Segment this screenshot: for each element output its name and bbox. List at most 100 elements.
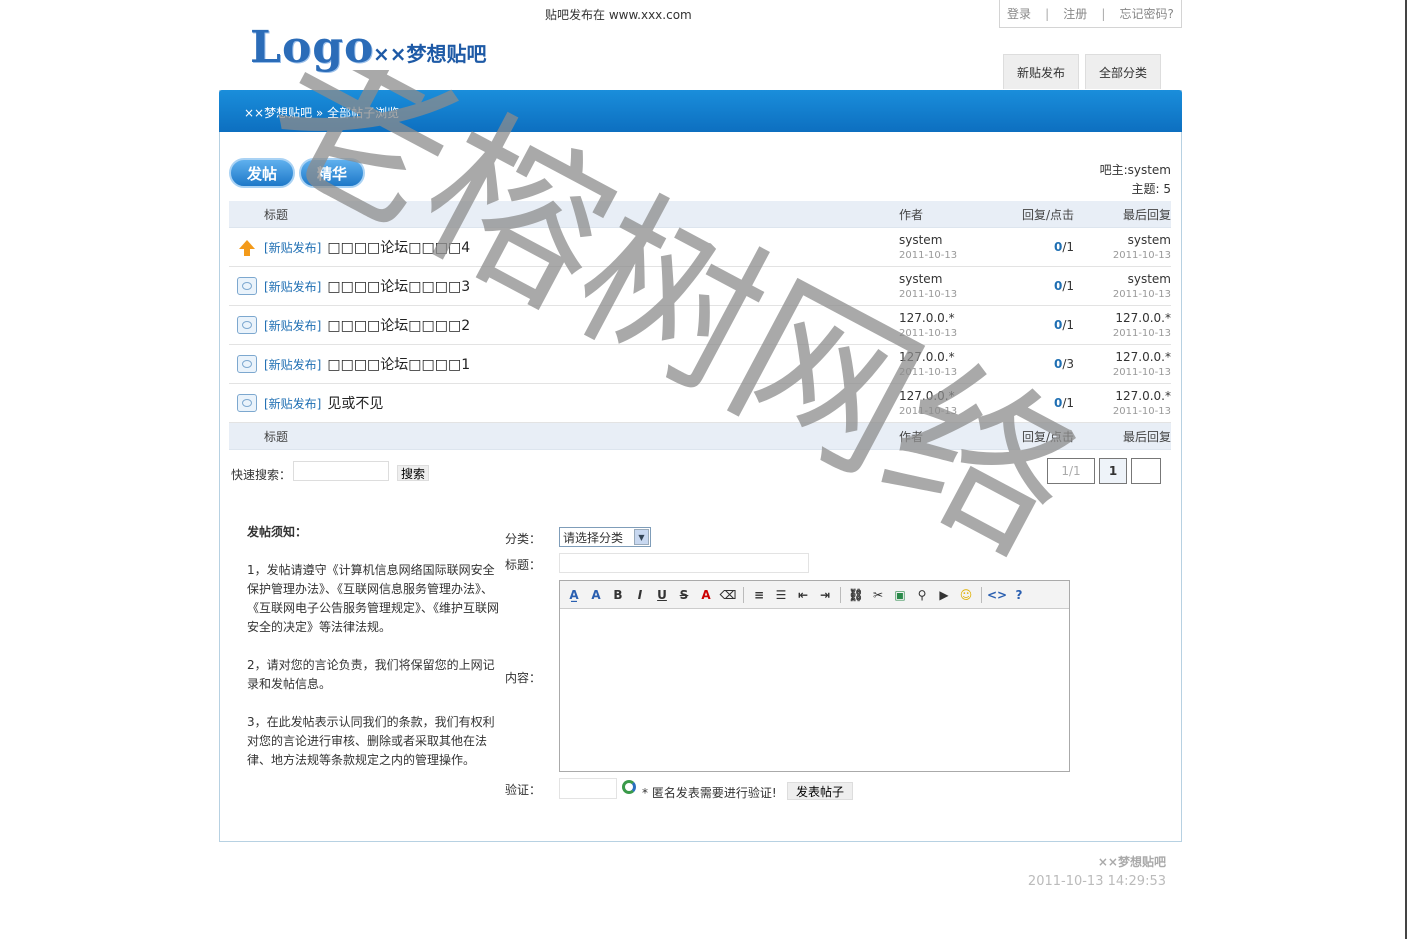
underline-icon[interactable]: U [652, 585, 672, 605]
content-label: 内容： [505, 671, 542, 685]
thread-icon [236, 394, 257, 412]
row-date: 2011-10-13 [899, 406, 958, 417]
row-category-link[interactable]: [新贴发布] [264, 317, 321, 334]
top-nav: 登录 | 注册 | 忘记密码? [999, 0, 1182, 28]
title-label: 标题： [505, 558, 542, 572]
row-author[interactable]: system [899, 272, 999, 286]
row-clicks: /1 [1062, 318, 1074, 332]
new-post-button[interactable]: 发帖 [229, 158, 295, 188]
thread-icon [236, 316, 257, 334]
category-select-value: 请选择分类 [563, 530, 624, 545]
pager-next[interactable] [1131, 458, 1161, 484]
search-label: 快速搜索： [231, 468, 292, 482]
row-title-link[interactable]: □□□□论坛□□□□4 [327, 237, 470, 257]
pinned-up-arrow-icon [238, 239, 255, 256]
row-category-link[interactable]: [新贴发布] [264, 278, 321, 295]
search-input[interactable] [293, 461, 389, 481]
row-date: 2011-10-13 [899, 367, 958, 378]
title-input[interactable] [559, 553, 809, 573]
toolbar-divider [743, 586, 744, 603]
table-row: [新贴发布] □□□□论坛□□□□4 system 2011-10-13 0/1 … [229, 228, 1171, 267]
font-size-icon[interactable]: A [586, 585, 606, 605]
row-last-user[interactable]: system [1074, 272, 1171, 286]
row-title-link[interactable]: 见或不见 [327, 393, 383, 413]
bold-icon[interactable]: B [608, 585, 628, 605]
header-author: 作者 [899, 429, 924, 444]
row-date: 2011-10-13 [899, 328, 958, 339]
strikethrough-icon[interactable]: S [674, 585, 694, 605]
logo[interactable]: Logo [250, 22, 374, 73]
table-row: [新贴发布] □□□□论坛□□□□3 system 2011-10-13 0/1 … [229, 267, 1171, 306]
row-last-user[interactable]: 127.0.0.* [1074, 311, 1171, 325]
rich-text-editor[interactable]: A̲ A B I U S A ⌫ ≡ ☰ ⇤ ⇥ ⛓ ✂ ▣ ⚲ ▶ ☺ <> … [559, 580, 1070, 772]
row-category-link[interactable]: [新贴发布] [264, 356, 321, 373]
row-last-date: 2011-10-13 [1112, 328, 1171, 339]
chevron-down-icon: ▼ [634, 529, 649, 545]
site-url-text: 贴吧发布在 www.xxx.com [545, 8, 692, 22]
toolbar-divider [981, 586, 982, 603]
login-link[interactable]: 登录 [1007, 5, 1031, 22]
header-title: 标题 [264, 429, 289, 444]
smiley-icon[interactable]: ☺ [956, 585, 976, 605]
table-footer-header: 标题 作者 回复/点击 最后回复 [229, 423, 1171, 450]
row-last-date: 2011-10-13 [1112, 406, 1171, 417]
notice-item: 1，发帖请遵守《计算机信息网络国际联网安全保护管理办法》、《互联网信息服务管理办… [247, 563, 500, 634]
verify-note: * 匿名发表需要进行验证! [642, 786, 777, 800]
header-last-reply: 最后回复 [1122, 429, 1171, 444]
category-select[interactable]: 请选择分类 ▼ [559, 527, 651, 547]
topic-count: 主题: 5 [1131, 182, 1172, 196]
table-row: [新贴发布] 见或不见 127.0.0.* 2011-10-13 0/1 127.… [229, 384, 1171, 423]
table-row: [新贴发布] □□□□论坛□□□□1 127.0.0.* 2011-10-13 0… [229, 345, 1171, 384]
list-icon[interactable]: ☰ [771, 585, 791, 605]
italic-icon[interactable]: I [630, 585, 650, 605]
row-author[interactable]: 127.0.0.* [899, 389, 999, 403]
thread-table: 标题 作者 回复/点击 最后回复 [新贴发布] □□□□论坛□□□□4 syst… [229, 201, 1171, 450]
tab-all-categories[interactable]: 全部分类 [1085, 54, 1161, 89]
breadcrumb[interactable]: ××梦想贴吧 » 全部帖子浏览 [244, 104, 399, 121]
row-clicks: /3 [1062, 357, 1074, 371]
text-color-icon[interactable]: A [696, 585, 716, 605]
source-code-icon[interactable]: <> [987, 585, 1007, 605]
forgot-password-link[interactable]: 忘记密码? [1120, 5, 1174, 22]
elite-button[interactable]: 精华 [299, 158, 365, 188]
tab-new-post[interactable]: 新贴发布 [1003, 54, 1079, 89]
header-author: 作者 [899, 207, 924, 222]
scrollbar[interactable] [1405, 0, 1423, 939]
forum-info: 吧主:system 主题: 5 [1100, 161, 1171, 199]
submit-post-button[interactable]: 发表帖子 [787, 782, 853, 800]
table-header: 标题 作者 回复/点击 最后回复 [229, 201, 1171, 228]
font-family-icon[interactable]: A̲ [564, 585, 584, 605]
row-title-link[interactable]: □□□□论坛□□□□1 [327, 354, 470, 374]
link-icon[interactable]: ⛓ [846, 585, 866, 605]
unlink-icon[interactable]: ✂ [868, 585, 888, 605]
pager-info: 1/1 [1047, 458, 1095, 484]
image-icon[interactable]: ▣ [890, 585, 910, 605]
register-link[interactable]: 注册 [1063, 5, 1087, 22]
indent-icon[interactable]: ⇥ [815, 585, 835, 605]
row-title-link[interactable]: □□□□论坛□□□□3 [327, 276, 470, 296]
outdent-icon[interactable]: ⇤ [793, 585, 813, 605]
refresh-icon[interactable] [622, 780, 636, 794]
row-author[interactable]: 127.0.0.* [899, 350, 999, 364]
verify-input[interactable] [559, 778, 617, 799]
row-author[interactable]: system [899, 233, 999, 247]
pager-page-1[interactable]: 1 [1099, 458, 1127, 484]
row-last-date: 2011-10-13 [1112, 250, 1171, 261]
flash-icon[interactable]: ⚲ [912, 585, 932, 605]
row-title-link[interactable]: □□□□论坛□□□□2 [327, 315, 470, 335]
row-last-user[interactable]: 127.0.0.* [1074, 389, 1171, 403]
search-button[interactable]: 搜索 [397, 465, 429, 481]
header-reply-click: 回复/点击 [1021, 207, 1074, 222]
row-category-link[interactable]: [新贴发布] [264, 395, 321, 412]
align-icon[interactable]: ≡ [749, 585, 769, 605]
row-last-user[interactable]: system [1074, 233, 1171, 247]
eraser-icon[interactable]: ⌫ [718, 585, 738, 605]
row-author[interactable]: 127.0.0.* [899, 311, 999, 325]
row-last-date: 2011-10-13 [1112, 367, 1171, 378]
row-clicks: /1 [1062, 279, 1074, 293]
help-icon[interactable]: ? [1009, 585, 1029, 605]
row-category-link[interactable]: [新贴发布] [264, 239, 321, 256]
row-last-user[interactable]: 127.0.0.* [1074, 350, 1171, 364]
media-icon[interactable]: ▶ [934, 585, 954, 605]
table-row: [新贴发布] □□□□论坛□□□□2 127.0.0.* 2011-10-13 0… [229, 306, 1171, 345]
